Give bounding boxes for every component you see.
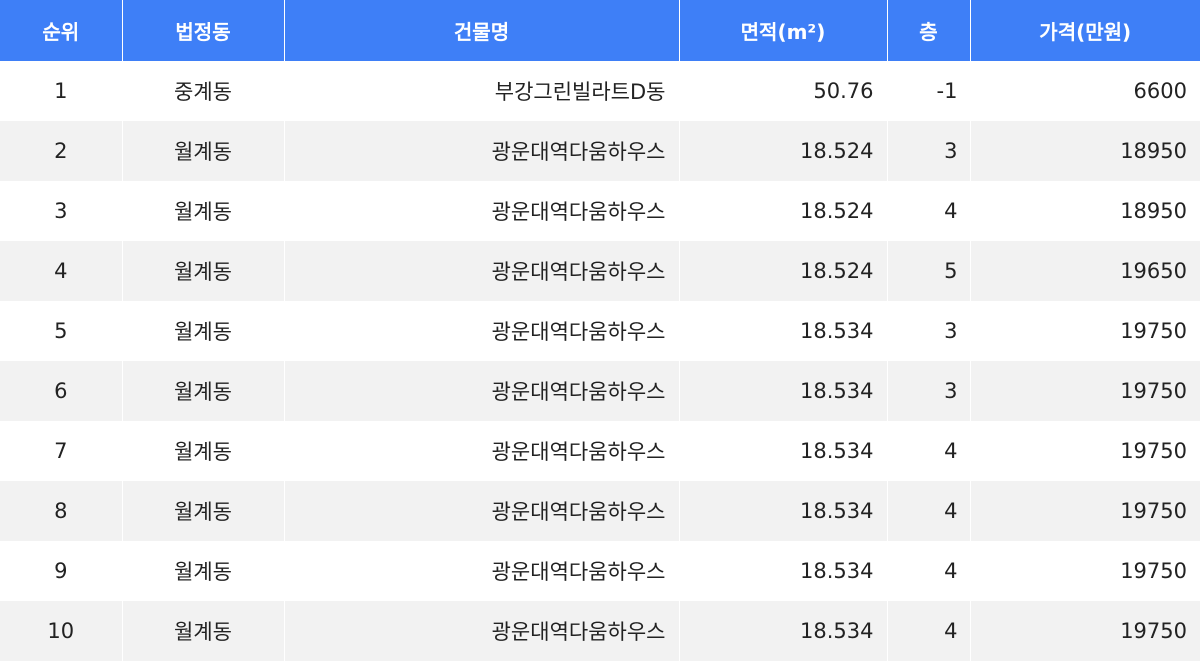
cell-price: 19750	[969, 301, 1200, 361]
cell-price: 19750	[969, 421, 1200, 481]
cell-building: 광운대역다움하우스	[283, 121, 679, 181]
cell-rank: 10	[0, 601, 122, 661]
header-area[interactable]: 면적(m²)	[678, 0, 887, 61]
table-row: 1 중계동 부강그린빌라트D동 50.76 -1 6600	[0, 61, 1200, 121]
cell-building: 광운대역다움하우스	[283, 241, 679, 301]
cell-floor: 4	[886, 481, 970, 541]
cell-building: 광운대역다움하우스	[283, 601, 679, 661]
cell-building: 광운대역다움하우스	[283, 181, 679, 241]
cell-area: 18.534	[678, 301, 887, 361]
cell-floor: 4	[886, 421, 970, 481]
cell-price: 18950	[969, 121, 1200, 181]
cell-building: 광운대역다움하우스	[283, 541, 679, 601]
table-row: 7 월계동 광운대역다움하우스 18.534 4 19750	[0, 421, 1200, 481]
cell-price: 19650	[969, 241, 1200, 301]
cell-rank: 8	[0, 481, 122, 541]
cell-price: 19750	[969, 541, 1200, 601]
cell-dong: 월계동	[121, 421, 284, 481]
cell-dong: 월계동	[121, 601, 284, 661]
cell-area: 18.534	[678, 361, 887, 421]
cell-rank: 7	[54, 439, 68, 463]
cell-floor: -1	[886, 61, 970, 121]
cell-building: 부강그린빌라트D동	[283, 61, 679, 121]
cell-price: 19750	[969, 481, 1200, 541]
cell-dong: 월계동	[121, 241, 284, 301]
cell-dong: 월계동	[121, 481, 284, 541]
table-row: 3 월계동 광운대역다움하우스 18.524 4 18950	[0, 181, 1200, 241]
cell-rank: 6	[0, 361, 122, 421]
cell-area: 50.76	[678, 61, 887, 121]
cell-dong: 중계동	[121, 61, 284, 121]
cell-area: 18.534	[678, 481, 887, 541]
cell-area: 18.534	[678, 421, 887, 481]
cell-floor: 3	[886, 301, 970, 361]
cell-floor: 4	[886, 541, 970, 601]
cell-price: 19750	[969, 361, 1200, 421]
cell-floor: 4	[886, 181, 970, 241]
cell-rank: 3	[54, 199, 68, 223]
cell-area: 18.524	[678, 121, 887, 181]
cell-area: 18.524	[678, 241, 887, 301]
header-price[interactable]: 가격(만원)	[969, 0, 1200, 61]
cell-building: 광운대역다움하우스	[283, 421, 679, 481]
cell-floor: 4	[886, 601, 970, 661]
cell-rank: 5	[54, 319, 68, 343]
cell-price: 6600	[969, 61, 1200, 121]
cell-dong: 월계동	[121, 361, 284, 421]
cell-floor: 3	[886, 361, 970, 421]
table-row: 2 월계동 광운대역다움하우스 18.524 3 18950	[0, 121, 1200, 181]
header-building[interactable]: 건물명	[283, 0, 679, 61]
cell-price: 18950	[969, 181, 1200, 241]
header-rank[interactable]: 순위	[0, 0, 122, 61]
table-row: 8 월계동 광운대역다움하우스 18.534 4 19750	[0, 481, 1200, 541]
cell-area: 18.524	[678, 181, 887, 241]
cell-building: 광운대역다움하우스	[283, 301, 679, 361]
cell-rank: 1	[54, 79, 68, 103]
cell-dong: 월계동	[121, 181, 284, 241]
cell-dong: 월계동	[121, 121, 284, 181]
cell-building: 광운대역다움하우스	[283, 481, 679, 541]
cell-dong: 월계동	[121, 541, 284, 601]
cell-rank: 4	[0, 241, 122, 301]
table-header-row: 순위 법정동 건물명 면적(m²) 층 가격(만원)	[0, 0, 1200, 61]
cell-building: 광운대역다움하우스	[283, 361, 679, 421]
table-row: 4 월계동 광운대역다움하우스 18.524 5 19650	[0, 241, 1200, 301]
cell-rank: 2	[0, 121, 122, 181]
cell-price: 19750	[969, 601, 1200, 661]
cell-area: 18.534	[678, 541, 887, 601]
cell-area: 18.534	[678, 601, 887, 661]
header-floor[interactable]: 층	[886, 0, 970, 61]
table-row: 5 월계동 광운대역다움하우스 18.534 3 19750	[0, 301, 1200, 361]
cell-floor: 5	[886, 241, 970, 301]
transactions-table: 순위 법정동 건물명 면적(m²) 층 가격(만원) 1 중계동 부강그린빌라트…	[0, 0, 1200, 661]
table-row: 10 월계동 광운대역다움하우스 18.534 4 19750	[0, 601, 1200, 661]
header-dong[interactable]: 법정동	[121, 0, 284, 61]
table-row: 9 월계동 광운대역다움하우스 18.534 4 19750	[0, 541, 1200, 601]
cell-rank: 9	[54, 559, 68, 583]
cell-dong: 월계동	[121, 301, 284, 361]
cell-floor: 3	[886, 121, 970, 181]
table-row: 6 월계동 광운대역다움하우스 18.534 3 19750	[0, 361, 1200, 421]
